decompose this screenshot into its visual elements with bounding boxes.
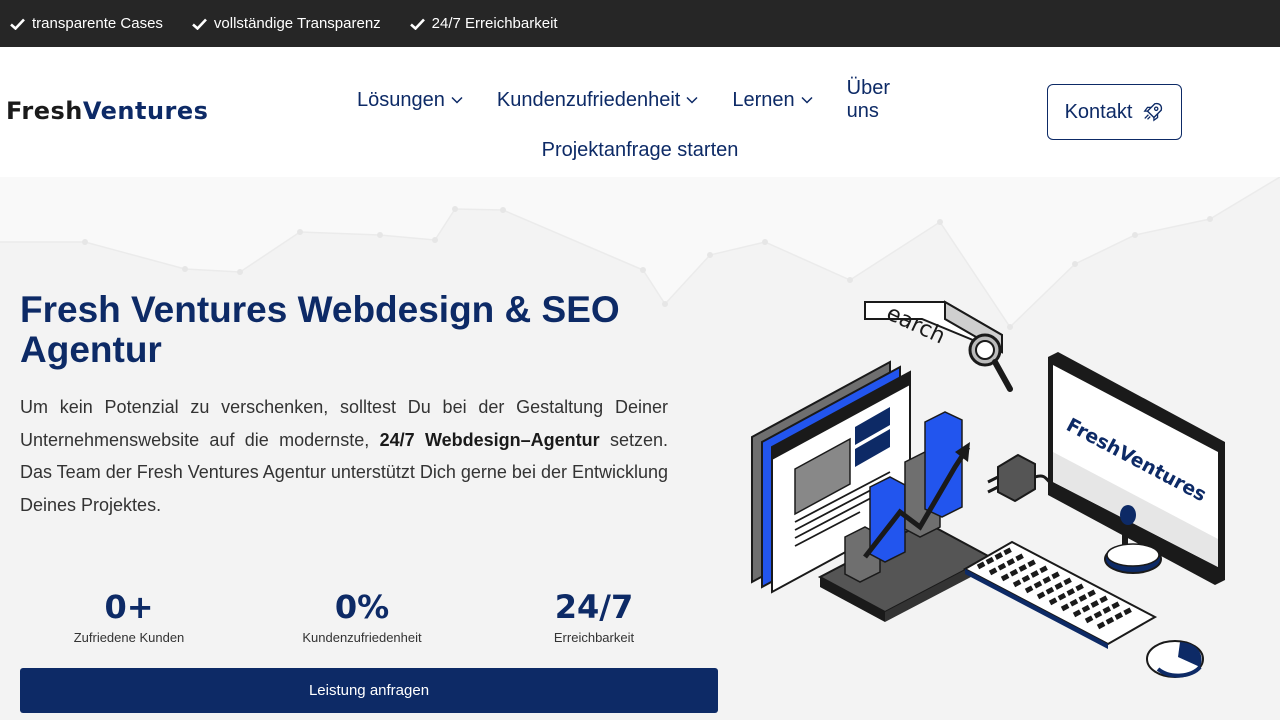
nav-item-loesungen[interactable]: Lösungen — [357, 89, 463, 112]
nav-item-lernen[interactable]: Lernen — [732, 88, 813, 112]
hero-paragraph: Um kein Potenzial zu verschenken, sollte… — [20, 391, 668, 521]
chevron-down-icon — [451, 96, 463, 104]
rocket-icon — [1143, 102, 1163, 122]
mouse-graphic — [1146, 640, 1204, 678]
main-nav: Lösungen Kundenzufriedenheit Lernen Über… — [340, 77, 940, 162]
stat-label: Zufriedene Kunden — [73, 630, 185, 645]
nav-item-label: Kundenzufriedenheit — [496, 88, 681, 111]
topbar-item-transparency: vollständige Transparenz — [192, 15, 381, 32]
nav-item-label: Über uns — [846, 77, 890, 122]
check-icon — [192, 18, 207, 30]
hero-section: Fresh Ventures Webdesign & SEO Agentur U… — [0, 177, 1280, 720]
top-bar: transparente Cases vollständige Transpar… — [0, 0, 1280, 47]
check-icon — [10, 18, 25, 30]
stat-label: Kundenzufriedenheit — [302, 630, 422, 645]
nav-item-label: Lernen — [732, 88, 795, 111]
topbar-item-cases: transparente Cases — [10, 15, 163, 32]
topbar-item-label: transparente Cases — [32, 15, 163, 32]
leistung-anfragen-button[interactable]: Leistung anfragen — [20, 668, 718, 713]
nav-item-projektanfrage[interactable]: Projektanfrage starten — [542, 139, 739, 162]
stat-value: 0% — [334, 588, 390, 626]
nav-item-kundenzufriedenheit[interactable]: Kundenzufriedenheit — [497, 89, 698, 112]
kontakt-label: Kontakt — [1064, 100, 1133, 123]
cta-label: Leistung anfragen — [308, 682, 430, 699]
hero-illustration: earch FreshVentures — [751, 300, 1225, 678]
stat-value: 24/7 — [554, 588, 634, 626]
nav-item-ueber-uns[interactable]: Über uns — [847, 77, 923, 123]
hero-paragraph-bold: 24/7 Webdesign–Agentur — [379, 429, 600, 450]
logo[interactable]: FreshVentures — [6, 97, 208, 125]
topbar-item-label: vollständige Transparenz — [213, 15, 381, 32]
stat-label: Erreichbarkeit — [553, 630, 635, 645]
check-icon — [409, 18, 425, 30]
logo-part-1: Fresh — [6, 97, 83, 125]
chevron-down-icon — [686, 96, 698, 104]
nav-item-label: Projektanfrage starten — [541, 139, 739, 161]
stat-kundenzufriedenheit: 0% Kundenzufriedenheit — [242, 588, 482, 645]
monitor-graphic: FreshVentures — [1048, 352, 1225, 585]
stat-erreichbarkeit: 24/7 Erreichbarkeit — [474, 588, 714, 645]
hero-title: Fresh Ventures Webdesign & SEO Agentur — [20, 289, 620, 370]
logo-part-2: Ventures — [82, 97, 209, 125]
stat-zufriedene-kunden: 0+ Zufriedene Kunden — [9, 588, 249, 645]
chevron-down-icon — [801, 96, 813, 104]
kontakt-button[interactable]: Kontakt — [1047, 84, 1182, 140]
nav-item-label: Lösungen — [357, 88, 445, 111]
site-header: FreshVentures Lösungen Kundenzufriedenhe… — [0, 47, 1280, 177]
topbar-item-label: 24/7 Erreichbarkeit — [431, 15, 558, 32]
topbar-item-availability: 24/7 Erreichbarkeit — [409, 15, 558, 32]
stat-value: 0+ — [104, 588, 154, 626]
